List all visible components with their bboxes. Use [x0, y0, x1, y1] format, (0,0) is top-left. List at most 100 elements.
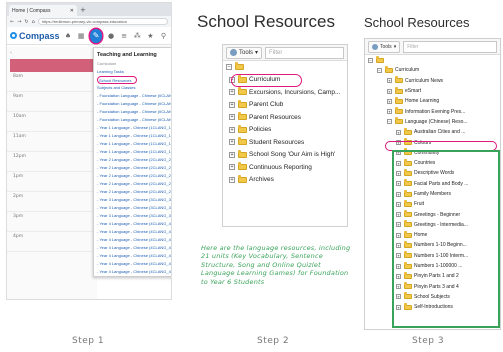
calendar-time-row: 8am — [7, 72, 97, 92]
folder-icon — [404, 127, 412, 135]
calendar-rows: 8am 9am 10am 11am 12pm 1pm 2pm 3pm 4pm — [7, 72, 97, 252]
collapse-icon[interactable]: − — [226, 64, 232, 71]
expand-icon[interactable]: + — [229, 114, 235, 121]
menu-item[interactable]: - Year 3 Language - Chinese (3CLANG_3A — [97, 196, 171, 204]
menu-title: Teaching and Learning — [97, 52, 157, 58]
language-units-highlight — [392, 150, 500, 328]
forward-icon[interactable]: → — [17, 19, 21, 25]
tree-folder-label: Parent Resources — [249, 113, 302, 121]
expand-icon[interactable]: + — [387, 88, 392, 94]
menu-item[interactable]: - Year 1 Language - Chinese (1CLANG_1A — [97, 124, 171, 132]
menu-item[interactable]: - Year 1 Language - Chinese (1CLANG_1D — [97, 148, 171, 156]
reload-icon[interactable]: ↻ — [24, 19, 28, 25]
tree-root-row[interactable]: − — [223, 61, 347, 74]
expand-icon[interactable]: + — [229, 101, 235, 108]
menu-item[interactable]: - Foundation Language - Chinese (0CLAN..… — [97, 116, 171, 124]
tree-folder-row[interactable]: + Continuous Reporting — [223, 161, 347, 174]
calendar-time-row: 11am — [7, 132, 97, 152]
tree-folder-row[interactable]: + Home Learning — [365, 96, 500, 106]
tree-folder-row[interactable]: + Curriculum News — [365, 76, 500, 86]
calendar-time-row: 3pm — [7, 212, 97, 232]
menu-item[interactable]: - Year 2 Language - Chinese (2CLANG_2A — [97, 156, 171, 164]
tree-folder-row[interactable]: + Policies — [223, 124, 347, 137]
menu-item[interactable]: - Year 1 Language - Chinese (1CLANG_1C — [97, 140, 171, 148]
menu-item[interactable]: - Year 2 Language - Chinese (2CLANG_2B — [97, 164, 171, 172]
menu-item[interactable]: - Year 4 Language - Chinese (4CLANG_4B — [97, 228, 171, 236]
tree-folder-row[interactable]: + eSmart — [365, 86, 500, 96]
expand-icon[interactable]: + — [229, 89, 235, 96]
expand-icon[interactable]: + — [229, 139, 235, 146]
collapse-icon[interactable]: − — [368, 57, 373, 63]
tree-folder-label: Continuous Reporting — [249, 163, 312, 171]
expand-icon[interactable]: + — [229, 164, 235, 171]
tree-folder-label: Archives — [249, 176, 274, 184]
menu-item[interactable]: - Year 3 Language - Chinese (3CLANG_3C — [97, 212, 171, 220]
calendar-nav-icon[interactable]: ▦ — [77, 32, 86, 40]
close-tab-icon[interactable]: ✕ — [70, 8, 74, 14]
tree-folder-label: Information Evening Pres... — [405, 108, 466, 115]
back-icon[interactable]: ← — [10, 19, 14, 25]
tree-folder-label: Australian Cities and ... — [414, 129, 466, 136]
tree-folder-row[interactable]: + Archives — [223, 174, 347, 187]
people-nav-icon[interactable]: ● — [106, 32, 115, 40]
expand-icon[interactable]: + — [387, 109, 392, 115]
menu-item[interactable]: - Year 4 Language - Chinese (4CLANG_4G — [97, 268, 171, 276]
calendar-event-tag[interactable] — [10, 59, 94, 72]
filter-input[interactable]: Filter — [265, 46, 344, 59]
menu-item[interactable]: - Year 4 Language - Chinese (4CLANG_4A — [97, 220, 171, 228]
list-nav-icon[interactable]: ≡ — [120, 32, 129, 40]
menu-item-school-resources[interactable]: School Resources — [97, 76, 137, 84]
collapse-icon[interactable]: − — [387, 119, 392, 125]
menu-item[interactable]: - Foundation Language - Chinese (0CLAN..… — [97, 100, 171, 108]
tools-button[interactable]: Tools ▾ — [226, 46, 263, 59]
tree-folder-row[interactable]: + Information Evening Pres... — [365, 106, 500, 116]
menu-item[interactable]: - Year 4 Language - Chinese (4CLANG_4E — [97, 252, 171, 260]
org-nav-icon[interactable]: ⁂ — [133, 32, 142, 40]
home-nav-icon[interactable]: ♠ — [64, 32, 73, 40]
menu-item[interactable]: - Year 4 Language - Chinese (4CLANG_4C — [97, 236, 171, 244]
menu-item[interactable]: Subjects and Classes — [97, 84, 171, 92]
menu-item[interactable]: Learning Tasks — [97, 68, 171, 76]
expand-icon[interactable]: + — [387, 78, 392, 84]
menu-item[interactable]: - Year 1 Language - Chinese (1CLANG_1B — [97, 132, 171, 140]
tree-folder-row[interactable]: + Excursions, Incursions, Camp... — [223, 86, 347, 99]
tree-folder-row[interactable]: − Curriculum — [365, 65, 500, 75]
menu-item[interactable]: - Year 2 Language - Chinese (2CLANG_2D — [97, 180, 171, 188]
address-input[interactable]: https://redlemon-primary-vic.compass.edu… — [37, 18, 168, 25]
menu-item[interactable]: - Year 2 Language - Chinese (2CLANG_2E — [97, 188, 171, 196]
star-nav-icon[interactable]: ★ — [146, 32, 155, 40]
calendar-time-row: 1pm — [7, 172, 97, 192]
teaching-learning-nav-icon[interactable]: ✎ — [89, 28, 103, 43]
tree-folder-row[interactable]: + Curriculum — [223, 73, 347, 87]
menu-item[interactable]: - Year 3 Language - Chinese (3CLANG_3B — [97, 204, 171, 212]
calendar-nav-arrow[interactable]: ‹ — [7, 47, 97, 59]
menu-item[interactable]: - Year 4 Language - Chinese (4CLANG_4D — [97, 244, 171, 252]
menu-item[interactable]: - Year 2 Language - Chinese (2CLANG_2C — [97, 172, 171, 180]
menu-item[interactable]: - Foundation Language - Chinese (0CLAN..… — [97, 92, 171, 100]
expand-icon[interactable]: + — [229, 176, 235, 183]
collapse-icon[interactable]: − — [377, 67, 382, 73]
tree-folder-row[interactable]: + Student Resources — [223, 136, 347, 149]
tree-folder-row[interactable]: − Language (Chinese) Reso... — [365, 117, 500, 127]
menu-item[interactable]: - Year 4 Language - Chinese (4CLANG_4F — [97, 260, 171, 268]
menu-item[interactable]: Curriculum — [97, 60, 171, 68]
tree-folder-row[interactable]: − — [365, 55, 500, 65]
compass-logo[interactable]: Compass — [10, 31, 60, 41]
search-nav-icon[interactable]: ⚲ — [159, 32, 168, 40]
browser-tab[interactable]: Home | Compass ✕ — [9, 5, 77, 16]
tree-folder-row[interactable]: + Parent Club — [223, 99, 347, 112]
expand-icon[interactable]: + — [229, 151, 235, 158]
tree-folder-row[interactable]: + Parent Resources — [223, 111, 347, 124]
home-icon[interactable]: ⌂ — [32, 19, 35, 25]
tools-button[interactable]: Tools ▾ — [368, 40, 401, 53]
expand-icon[interactable]: + — [229, 126, 235, 133]
tree-folder-row[interactable]: + School Song 'Our Aim is High' — [223, 149, 347, 162]
menu-item[interactable]: - Foundation Language - Chinese (0CLAN..… — [97, 108, 171, 116]
new-tab-icon[interactable]: + — [80, 6, 86, 14]
tree-toolbar: Tools ▾ Filter — [365, 39, 500, 55]
filter-input[interactable]: Filter — [403, 40, 497, 53]
tree-folder-row[interactable]: + Australian Cities and ... — [365, 127, 500, 137]
folder-icon — [395, 117, 403, 125]
expand-icon[interactable]: + — [396, 129, 401, 135]
expand-icon[interactable]: + — [387, 98, 392, 104]
